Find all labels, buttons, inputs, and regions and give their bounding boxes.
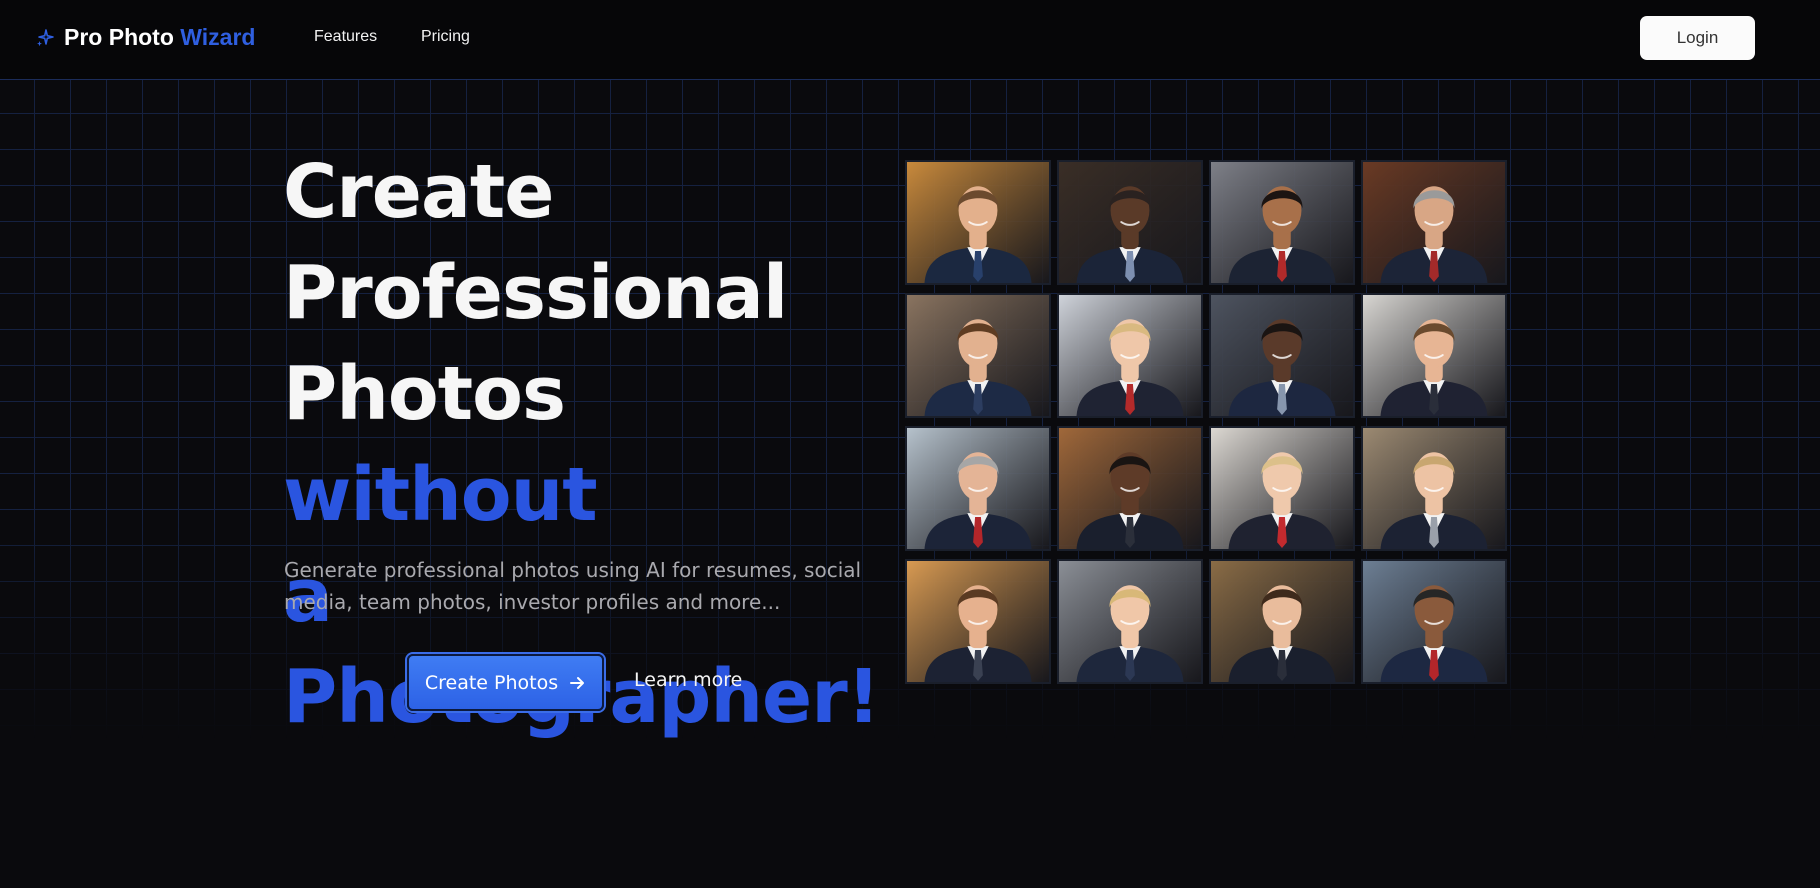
hero-title-line-1: Create	[283, 149, 554, 235]
hero-title-line-3b: without	[283, 452, 598, 538]
headshot-photo	[1209, 160, 1355, 285]
headshot-photo	[1361, 293, 1507, 418]
headshot-photo	[905, 293, 1051, 418]
learn-more-link[interactable]: Learn more	[634, 669, 742, 691]
headshot-photo	[1361, 160, 1507, 285]
brand-logo[interactable]: Pro Photo Wizard	[35, 24, 255, 51]
headshot-photo	[1057, 426, 1203, 551]
login-button[interactable]: Login	[1640, 16, 1755, 60]
headshot-photo	[1057, 293, 1203, 418]
create-photos-label: Create Photos	[424, 671, 559, 694]
brand-name-main: Pro Photo	[64, 24, 174, 50]
create-photos-button[interactable]: Create Photos	[407, 654, 604, 711]
headshot-photo	[905, 559, 1051, 684]
arrow-right-icon	[570, 676, 585, 689]
headshot-photo	[1361, 559, 1507, 684]
hero-title-line-2: Professional	[283, 250, 788, 336]
headshot-photo	[1209, 426, 1355, 551]
sparkle-icon	[37, 28, 54, 46]
hero-subtitle: Generate professional photos using AI fo…	[284, 558, 862, 614]
top-navigation-bar: Pro Photo Wizard Features Pricing Login	[0, 0, 1820, 80]
headshot-photo	[1361, 426, 1507, 551]
headshot-photo	[905, 160, 1051, 285]
headshot-photo	[1057, 160, 1203, 285]
nav-link-features[interactable]: Features	[314, 28, 377, 46]
headshot-photo	[1209, 293, 1355, 418]
nav-link-pricing[interactable]: Pricing	[421, 28, 470, 46]
headshot-photo	[905, 426, 1051, 551]
brand-name-accent: Wizard	[180, 24, 256, 50]
brand-name: Pro Photo Wizard	[64, 24, 255, 51]
headshot-photo	[1057, 559, 1203, 684]
hero-title-line-3a: Photos	[283, 351, 566, 437]
headshot-photo	[1209, 559, 1355, 684]
headshot-gallery	[905, 160, 1520, 684]
